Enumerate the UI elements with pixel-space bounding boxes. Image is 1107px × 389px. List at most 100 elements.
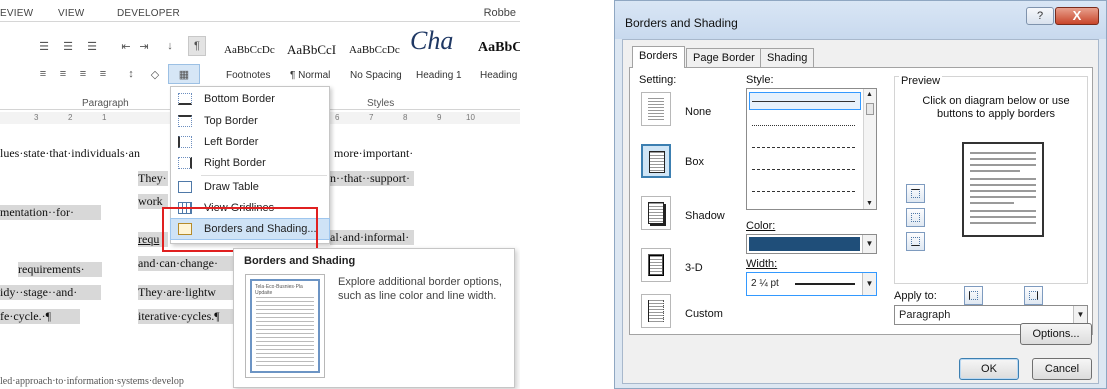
doc-line: al·and·informal·: [330, 230, 414, 245]
preview-text-line: [970, 190, 1036, 192]
setting-none-icon[interactable]: [641, 92, 671, 126]
scroll-thumb[interactable]: [866, 103, 874, 115]
color-dropdown[interactable]: ▼: [746, 234, 877, 254]
decrease-indent-icon[interactable]: ⇤: [118, 38, 134, 54]
style-sample-footnotes[interactable]: AaBbCcDc: [224, 44, 275, 56]
doc-line: They·are·lightw: [138, 285, 234, 300]
apply-to-dropdown[interactable]: Paragraph ▼: [894, 305, 1088, 325]
ok-button[interactable]: OK: [959, 358, 1019, 380]
options-button[interactable]: Options...: [1020, 323, 1092, 345]
line-spacing-icon[interactable]: ↕: [120, 66, 142, 82]
scroll-down-icon[interactable]: ▼: [866, 200, 873, 207]
chevron-down-icon[interactable]: ▼: [862, 273, 876, 295]
width-dropdown[interactable]: 2 ¼ pt ▼: [746, 272, 877, 296]
menu-item-top-border[interactable]: Top Border: [171, 111, 329, 131]
preview-text-line: [970, 216, 1036, 218]
tab-shading[interactable]: Shading: [760, 48, 815, 67]
user-name[interactable]: Robbe: [484, 7, 516, 19]
style-option-dashed[interactable]: [752, 169, 855, 170]
style-sample-normal[interactable]: AaBbCcI: [287, 42, 336, 58]
style-list[interactable]: ▲ ▼: [746, 88, 877, 210]
style-option-dashed-small[interactable]: [752, 147, 855, 148]
doc-line: iterative·cycles.¶: [138, 309, 234, 324]
border-glyph: [1029, 291, 1038, 300]
menu-item-right-border[interactable]: Right Border: [171, 153, 329, 173]
thumbnail-text-lines: [256, 297, 314, 367]
borders-shading-tooltip: Borders and Shading Tela·Eco·Busnies·Pla…: [233, 248, 515, 388]
setting-shadow-label[interactable]: Shadow: [685, 210, 725, 222]
setting-custom-icon[interactable]: [641, 294, 671, 328]
setting-none-label[interactable]: None: [685, 106, 711, 118]
align-left-icon[interactable]: ≡: [34, 66, 52, 82]
ruler-mark: 9: [437, 113, 442, 122]
width-value: 2 ¼ pt: [751, 278, 779, 289]
doc-line: led·approach·to·information·systems·deve…: [0, 376, 184, 387]
setting-3d-icon[interactable]: [641, 248, 671, 282]
preview-diagram[interactable]: [962, 142, 1044, 237]
tab-view[interactable]: VIEW: [58, 8, 84, 19]
style-option-solid[interactable]: [752, 101, 855, 102]
align-right-icon[interactable]: ≡: [74, 66, 92, 82]
menu-item-bottom-border[interactable]: Bottom Border: [171, 89, 329, 109]
doc-line: and·can·change·: [138, 256, 234, 271]
sort-icon[interactable]: ↓: [162, 38, 178, 54]
increase-indent-icon[interactable]: ⇥: [136, 38, 152, 54]
style-sample-heading[interactable]: AaBbC: [478, 40, 520, 56]
cancel-button[interactable]: Cancel: [1032, 358, 1092, 380]
menu-item-label: Top Border: [204, 115, 258, 127]
style-option-dash-dot[interactable]: [752, 191, 855, 192]
doc-line: idy··stage··and·: [0, 285, 101, 300]
multilevel-list-icon[interactable]: ☰: [82, 38, 102, 54]
setting-box-icon[interactable]: [641, 144, 671, 178]
thumbnail-title: Tela·Eco·Busnies·Pla Updaite: [255, 284, 303, 296]
style-name-heading[interactable]: Heading: [480, 70, 517, 81]
bottom-border-toggle-icon[interactable]: [906, 232, 925, 251]
show-marks-icon[interactable]: ¶: [188, 36, 206, 56]
preview-text-line: [970, 178, 1036, 180]
menu-divider: [201, 175, 327, 176]
tab-borders[interactable]: Borders: [632, 46, 685, 68]
paragraph-group-label: Paragraph: [82, 98, 129, 109]
style-list-scrollbar[interactable]: ▲ ▼: [863, 89, 876, 209]
preview-hint: Click on diagram below or use buttons to…: [922, 95, 1070, 120]
style-name-heading-1[interactable]: Heading 1: [416, 70, 462, 81]
tab-review[interactable]: EVIEW: [0, 8, 33, 19]
shading-icon[interactable]: ◇: [142, 66, 168, 82]
menu-item-left-border[interactable]: Left Border: [171, 132, 329, 152]
style-name-no-spacing[interactable]: No Spacing: [350, 70, 402, 81]
style-sample-no-spacing[interactable]: AaBbCcDc: [349, 44, 400, 56]
tab-developer[interactable]: DEVELOPER: [117, 8, 180, 19]
menu-item-draw-table[interactable]: Draw Table: [171, 177, 329, 197]
right-border-toggle-icon[interactable]: [1024, 286, 1043, 305]
preview-text-line: [970, 164, 1036, 166]
scroll-up-icon[interactable]: ▲: [866, 91, 873, 98]
doc-line: mentation··for·: [0, 205, 101, 220]
setting-shadow-icon[interactable]: [641, 196, 671, 230]
style-name-normal[interactable]: ¶ Normal: [290, 70, 330, 81]
tab-page-border[interactable]: Page Border: [686, 48, 762, 67]
dialog-titlebar[interactable]: Borders and Shading ? X: [615, 1, 1106, 39]
align-center-icon[interactable]: ≡: [54, 66, 72, 82]
justify-icon[interactable]: ≡: [94, 66, 112, 82]
setting-box-label[interactable]: Box: [685, 156, 704, 168]
chevron-down-icon[interactable]: ▼: [1073, 306, 1087, 324]
help-button[interactable]: ?: [1026, 7, 1054, 25]
inside-horizontal-toggle-icon[interactable]: [906, 208, 925, 227]
numbering-icon[interactable]: ☰: [58, 38, 78, 54]
left-border-toggle-icon[interactable]: [964, 286, 983, 305]
borders-icon[interactable]: ▦: [168, 64, 200, 84]
style-option-dotted[interactable]: [752, 125, 855, 126]
word-window: EVIEW VIEW DEVELOPER Robbe ☰ ☰ ☰ ⇤ ⇥ ↓ ¶…: [0, 0, 520, 389]
close-button[interactable]: X: [1055, 7, 1099, 25]
preview-label: Preview: [899, 75, 943, 87]
chevron-down-icon[interactable]: ▼: [862, 235, 876, 253]
border-glyph: [969, 291, 978, 300]
tooltip-title: Borders and Shading: [244, 255, 356, 267]
top-border-toggle-icon[interactable]: [906, 184, 925, 203]
setting-3d-label[interactable]: 3-D: [685, 262, 703, 274]
style-sample-heading-1[interactable]: Cha: [410, 26, 453, 56]
draw-table-icon: [178, 181, 192, 193]
setting-custom-label[interactable]: Custom: [685, 308, 723, 320]
bullets-icon[interactable]: ☰: [34, 38, 54, 54]
style-name-footnotes[interactable]: Footnotes: [226, 70, 270, 81]
